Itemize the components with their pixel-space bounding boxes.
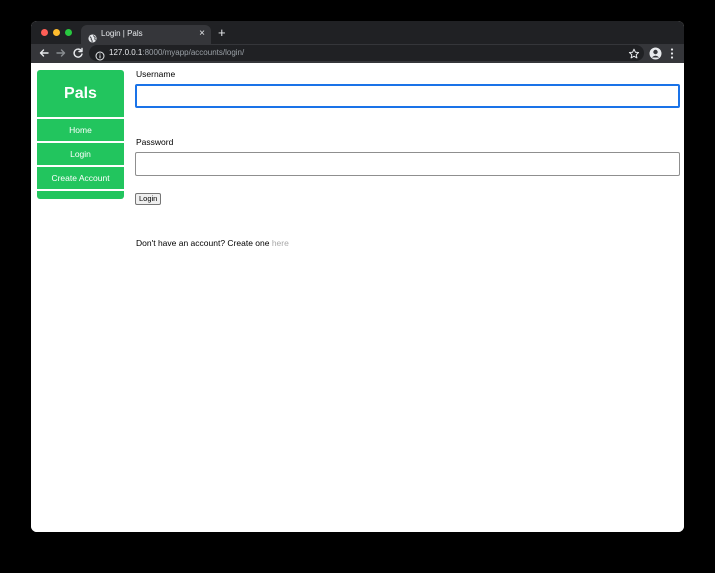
- page-content: Pals Home Login Create Account Username …: [31, 63, 684, 532]
- password-label: Password: [136, 137, 174, 147]
- new-tab-button[interactable]: +: [218, 25, 226, 41]
- url-path: :8000/myapp/accounts/login/: [142, 48, 245, 57]
- sidebar-item-login[interactable]: Login: [37, 141, 124, 165]
- star-icon[interactable]: [628, 47, 640, 59]
- username-input[interactable]: [135, 84, 680, 108]
- kebab-menu-icon[interactable]: [669, 47, 675, 60]
- browser-tab[interactable]: Login | Pals ×: [81, 25, 211, 44]
- create-account-link[interactable]: here: [272, 238, 289, 248]
- sidebar-item-home[interactable]: Home: [37, 117, 124, 141]
- info-icon[interactable]: [95, 48, 105, 61]
- maximize-window-button[interactable]: [65, 29, 72, 36]
- reload-icon[interactable]: [71, 46, 85, 60]
- tab-title: Login | Pals: [101, 29, 143, 38]
- password-input[interactable]: [135, 152, 680, 176]
- username-label: Username: [136, 69, 176, 79]
- sidebar: Pals Home Login Create Account: [37, 70, 124, 199]
- close-window-button[interactable]: [41, 29, 48, 36]
- minimize-window-button[interactable]: [53, 29, 60, 36]
- profile-icon[interactable]: [649, 47, 662, 60]
- signup-prompt-text: Don't have an account? Create one: [136, 238, 272, 248]
- login-button[interactable]: Login: [135, 193, 162, 205]
- globe-icon: [88, 30, 97, 43]
- arrow-right-icon[interactable]: [54, 46, 68, 60]
- url-host: 127.0.0.1: [109, 48, 143, 57]
- browser-toolbar: 127.0.0.1:8000/myapp/accounts/login/: [31, 44, 684, 63]
- arrow-left-icon[interactable]: [37, 46, 51, 60]
- sidebar-item-create-account[interactable]: Create Account: [37, 165, 124, 189]
- tab-strip: Login | Pals × +: [31, 21, 684, 44]
- address-bar[interactable]: 127.0.0.1:8000/myapp/accounts/login/: [89, 45, 644, 61]
- url-text: 127.0.0.1:8000/myapp/accounts/login/: [109, 48, 244, 58]
- signup-prompt: Don't have an account? Create one here: [136, 238, 289, 248]
- brand-logo[interactable]: Pals: [37, 70, 124, 117]
- tab-close-icon[interactable]: ×: [199, 27, 205, 41]
- browser-window: Login | Pals × + 127.0.0.1:8000/myapp/ac…: [31, 21, 684, 532]
- sidebar-divider: [37, 189, 124, 191]
